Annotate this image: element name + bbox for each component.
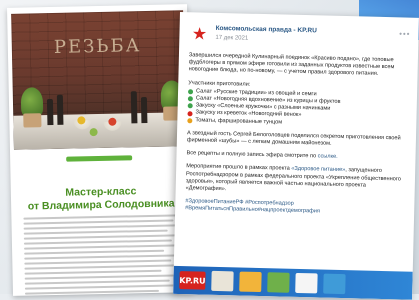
green-accent-bar <box>66 155 133 162</box>
masterclass-body-text <box>23 214 181 296</box>
vk-post-card: ★ Комсомольская правда - KP.RU 17 дек 20… <box>173 12 419 300</box>
recipes-paragraph: Все рецепты и полную запись эфира смотри… <box>186 150 407 163</box>
dish-bullet-icon <box>187 117 193 124</box>
event-paragraph: Мероприятие прошло в рамках проекта «Здо… <box>186 164 408 198</box>
post-intro: Завершился очередной Кулинарный поединок… <box>188 52 395 78</box>
more-options-icon[interactable]: ••• <box>399 29 411 38</box>
star-guest-text: А звездный гость Сергей Белоголовцев под… <box>186 130 401 147</box>
recipes-text: Все рецепты и полную запись эфира смотри… <box>186 150 318 160</box>
kp-logo: KP.RU <box>179 271 206 290</box>
dish-text: Томаты, фаршированные тунцом <box>195 117 283 126</box>
recipes-link[interactable]: ссылке. <box>318 154 338 160</box>
post-header: ★ Комсомольская правда - KP.RU 17 дек 20… <box>189 22 413 53</box>
strip-thumb <box>323 273 346 295</box>
post-date[interactable]: 17 дек 2021 <box>215 35 248 42</box>
masterclass-title: Мастер-класс от Владимира Солодовника <box>11 184 192 214</box>
dish-bullet-icon <box>187 103 193 109</box>
post-image-strip[interactable]: KP.RU <box>173 265 413 300</box>
masterclass-title-line2: от Владимира Солодовника <box>27 197 175 213</box>
post-source-name[interactable]: Комсомольская правда - KP.RU <box>216 25 317 34</box>
post-body: Завершился очередной Кулинарный поединок… <box>185 52 410 224</box>
dish-list: Салат «Русские традиции» из овощей и сем… <box>187 88 409 129</box>
wall-sign: РЕЗЬБА <box>53 35 142 58</box>
dish-bullet-icon <box>187 89 194 95</box>
kitchen-photo: РЕЗЬБА <box>11 10 186 150</box>
strip-thumb <box>211 270 234 292</box>
masterclass-card: РЕЗЬБА Мастер-класс от Владимира Солодов… <box>7 4 193 296</box>
kp-star-logo-icon[interactable]: ★ <box>189 23 209 43</box>
strip-thumb <box>239 271 262 293</box>
hashtags-line2[interactable]: #ВремяПитатьсяПравильно#нацпроектдемогра… <box>185 206 320 215</box>
event-link[interactable]: «Здоровое питание» <box>291 166 345 173</box>
strip-thumb <box>295 272 318 294</box>
hashtags[interactable]: #ЗдоровоеПитаниеРФ #Роспотребнадзор #Вре… <box>185 198 406 218</box>
strip-thumb <box>267 272 290 293</box>
dish-bullet-icon <box>187 96 193 102</box>
dish-bullet-icon <box>187 110 193 116</box>
